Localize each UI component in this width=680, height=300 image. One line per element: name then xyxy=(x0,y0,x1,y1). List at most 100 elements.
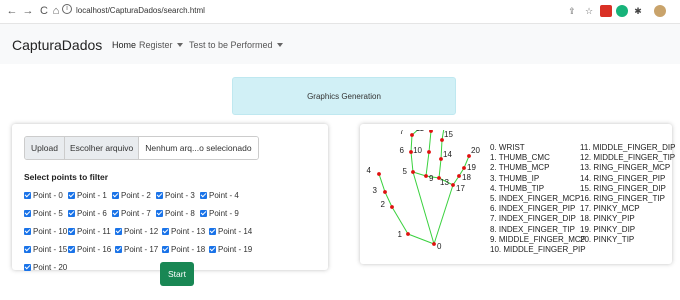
point-checkbox-12[interactable]: Point - 12 xyxy=(115,226,162,237)
checkbox-checked-icon[interactable] xyxy=(115,246,122,253)
point-checkbox-label: Point - 2 xyxy=(121,191,151,200)
point-checkbox-11[interactable]: Point - 11 xyxy=(68,226,115,237)
nav-register-label: Register xyxy=(139,40,173,50)
point-checkbox-6[interactable]: Point - 6 xyxy=(68,208,112,219)
checkbox-checked-icon[interactable] xyxy=(68,192,75,199)
hand-connection-line xyxy=(384,191,393,208)
point-checkbox-label: Point - 15 xyxy=(33,245,68,254)
point-checkbox-5[interactable]: Point - 5 xyxy=(24,208,68,219)
checkbox-checked-icon[interactable] xyxy=(162,246,169,253)
point-checkbox-14[interactable]: Point - 14 xyxy=(209,226,256,237)
point-checkbox-9[interactable]: Point - 9 xyxy=(200,208,244,219)
checkbox-checked-icon[interactable] xyxy=(112,210,119,217)
checkbox-checked-icon[interactable] xyxy=(115,228,122,235)
checkbox-checked-icon[interactable] xyxy=(209,246,216,253)
point-checkbox-label: Point - 9 xyxy=(209,209,239,218)
point-checkbox-19[interactable]: Point - 19 xyxy=(209,244,256,255)
hand-connection-line xyxy=(428,130,432,153)
point-checkbox-17[interactable]: Point - 17 xyxy=(115,244,162,255)
hand-landmarks-diagram: 01234567891011121314151617181920 xyxy=(367,130,480,251)
landmark-number-label: 18 xyxy=(462,173,471,182)
home-icon[interactable]: ⌂ xyxy=(50,4,62,18)
point-checkbox-2[interactable]: Point - 2 xyxy=(112,190,156,201)
point-checkbox-16[interactable]: Point - 16 xyxy=(68,244,115,255)
gmail-extension-icon[interactable] xyxy=(600,5,612,17)
point-checkbox-label: Point - 10 xyxy=(33,227,68,236)
filter-title: Select points to filter xyxy=(24,172,109,182)
checkbox-checked-icon[interactable] xyxy=(68,246,75,253)
landmark-point-0 xyxy=(432,242,436,246)
point-checkbox-10[interactable]: Point - 10 xyxy=(24,226,68,237)
landmark-legend-item: 17. PINKY_MCP xyxy=(580,204,640,214)
checkbox-checked-icon[interactable] xyxy=(24,264,31,271)
checkbox-checked-icon[interactable] xyxy=(24,246,31,253)
landmark-number-label: 5 xyxy=(403,167,408,176)
landmark-legend-item: 6. INDEX_FINGER_PIP xyxy=(490,204,576,214)
point-checkbox-label: Point - 18 xyxy=(171,245,206,254)
brand-logo[interactable]: CapturaDados xyxy=(12,37,102,53)
chevron-down-icon xyxy=(276,43,283,47)
point-checkbox-label: Point - 20 xyxy=(33,263,68,272)
landmark-legend-item: 14. RING_FINGER_PIP xyxy=(580,173,666,183)
landmark-number-label: 15 xyxy=(444,130,453,139)
upload-label: Upload xyxy=(25,137,65,159)
landmark-legend-col1: 0. WRIST 1. THUMB_CMC 2. THUMB_MCP 3. THUMB… xyxy=(490,143,586,255)
point-checkbox-7[interactable]: Point - 7 xyxy=(112,208,156,219)
forward-arrow-icon[interactable]: → xyxy=(22,4,34,18)
point-checkbox-label: Point - 13 xyxy=(171,227,206,236)
hand-connection-line xyxy=(378,173,386,193)
hand-connection-line xyxy=(425,151,430,177)
nav-test-label: Test to be Performed xyxy=(189,40,273,50)
landmark-legend-item: 1. THUMB_CMC xyxy=(490,153,550,163)
choose-file-button[interactable]: Escolher arquivo xyxy=(64,137,140,159)
landmark-legend-item: 10. MIDDLE_FINGER_PIP xyxy=(490,245,586,255)
landmark-number-label: 14 xyxy=(443,150,452,159)
checkbox-checked-icon[interactable] xyxy=(68,210,75,217)
nav-test-to-be-performed[interactable]: Test to be Performed xyxy=(189,40,283,50)
avatar[interactable] xyxy=(654,5,666,17)
nav-home[interactable]: Home xyxy=(112,40,136,50)
puzzle-extensions-icon[interactable]: ✱ xyxy=(632,5,644,17)
point-checkbox-0[interactable]: Point - 0 xyxy=(24,190,68,201)
address-bar[interactable]: localhost/CapturaDados/search.html xyxy=(76,5,205,17)
landmark-legend-item: 2. THUMB_MCP xyxy=(490,163,550,173)
checkbox-checked-icon[interactable] xyxy=(162,228,169,235)
point-checkbox-8[interactable]: Point - 8 xyxy=(156,208,200,219)
site-info-icon[interactable]: i xyxy=(62,4,72,14)
point-checkbox-1[interactable]: Point - 1 xyxy=(68,190,112,201)
checkbox-checked-icon[interactable] xyxy=(200,210,207,217)
nav-register[interactable]: Register xyxy=(139,40,183,50)
point-checkbox-3[interactable]: Point - 3 xyxy=(156,190,200,201)
landmark-point-10 xyxy=(427,150,431,154)
point-checkbox-13[interactable]: Point - 13 xyxy=(162,226,209,237)
landmark-legend-item: 16. RING_FINGER_TIP xyxy=(580,194,665,204)
navbar: CapturaDados Home Register Test to be Pe… xyxy=(0,24,680,64)
back-arrow-icon[interactable]: ← xyxy=(6,4,18,18)
checkbox-checked-icon[interactable] xyxy=(209,228,216,235)
point-checkbox-15[interactable]: Point - 15 xyxy=(24,244,68,255)
hand-connection-line xyxy=(438,158,442,179)
bookmark-star-icon[interactable]: ☆ xyxy=(583,5,595,17)
chevron-down-icon xyxy=(176,43,183,47)
checkbox-checked-icon[interactable] xyxy=(156,210,163,217)
point-checkbox-4[interactable]: Point - 4 xyxy=(200,190,244,201)
checkbox-checked-icon[interactable] xyxy=(156,192,163,199)
landmark-number-label: 3 xyxy=(373,186,378,195)
point-checkbox-18[interactable]: Point - 18 xyxy=(162,244,209,255)
hand-connection-line xyxy=(440,139,443,160)
point-checkbox-20[interactable]: Point - 20 xyxy=(24,262,68,273)
checkbox-checked-icon[interactable] xyxy=(24,210,31,217)
share-icon[interactable]: ⇪ xyxy=(566,5,578,17)
start-button[interactable]: Start xyxy=(160,262,194,286)
checkbox-checked-icon[interactable] xyxy=(24,228,31,235)
landmark-number-label: 20 xyxy=(471,146,480,155)
checkbox-checked-icon[interactable] xyxy=(68,228,75,235)
landmark-number-label: 1 xyxy=(398,230,403,239)
hand-connection-line xyxy=(407,233,435,245)
checkbox-checked-icon[interactable] xyxy=(24,192,31,199)
checkbox-checked-icon[interactable] xyxy=(200,192,207,199)
green-extension-icon[interactable] xyxy=(616,5,628,17)
landmark-point-5 xyxy=(411,170,415,174)
checkbox-checked-icon[interactable] xyxy=(112,192,119,199)
reload-icon[interactable]: C xyxy=(38,4,50,18)
